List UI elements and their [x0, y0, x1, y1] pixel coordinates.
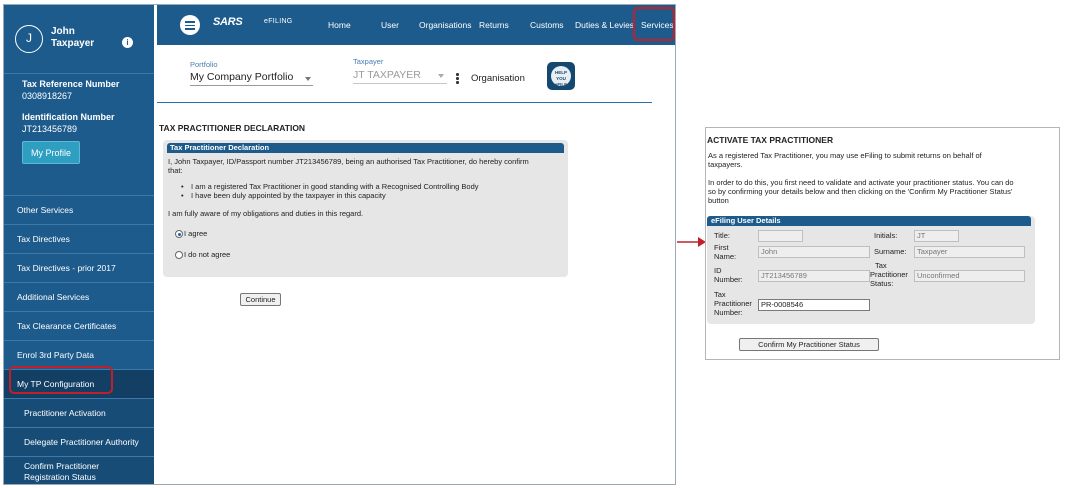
nav-organisations[interactable]: Organisations	[419, 20, 471, 30]
first-name-label: First	[714, 243, 729, 252]
tax-reference-label: Tax Reference Number	[22, 79, 120, 89]
sidebar-item-delegate-practitioner-authority[interactable]: Delegate Practitioner Authority	[4, 427, 154, 456]
title-field[interactable]	[758, 230, 803, 242]
my-profile-button[interactable]: My Profile	[22, 141, 80, 164]
sidebar-item-other-services[interactable]: Other Services	[4, 195, 154, 224]
user-panel-heading: eFiling User Details	[707, 216, 1031, 226]
declaration-bullet2: I have been duly appointed by the taxpay…	[191, 191, 386, 200]
nav-user[interactable]: User	[381, 20, 399, 30]
tp-status-label: Practitioner	[870, 270, 908, 279]
nav-returns[interactable]: Returns	[479, 20, 509, 30]
activation-title: ACTIVATE TAX PRACTITIONER	[707, 135, 834, 145]
nav-customs[interactable]: Customs	[530, 20, 564, 30]
declaration-panel-heading: Tax Practitioner Declaration	[167, 143, 564, 153]
activation-p1-line1: As a registered Tax Practitioner, you ma…	[708, 151, 982, 160]
portfolio-caption: Portfolio	[190, 60, 218, 69]
declaration-intro-line2: that:	[168, 166, 183, 175]
hamburger-menu-icon[interactable]	[180, 15, 200, 35]
tp-number-label: Number:	[714, 308, 743, 317]
more-options-icon[interactable]	[456, 73, 459, 85]
sidebar-item-label: Registration Status	[24, 472, 96, 482]
page-title: TAX PRACTITIONER DECLARATION	[159, 123, 306, 133]
confirm-practitioner-status-button[interactable]: Confirm My Practitioner Status	[739, 338, 879, 351]
main-content: TAX PRACTITIONER DECLARATION Tax Practit…	[154, 109, 675, 484]
sidebar-item-tax-directives-prior-2017[interactable]: Tax Directives - prior 2017	[4, 253, 154, 282]
disagree-label[interactable]: I do not agree	[184, 250, 230, 260]
efiling-logo: eFILING	[264, 18, 293, 25]
portfolio-bar: Portfolio My Company Portfolio Taxpayer …	[157, 45, 675, 103]
top-navigation: SARS eFILING Home User Organisations Ret…	[157, 5, 675, 45]
chevron-down-icon[interactable]	[305, 77, 311, 81]
sidebar-item-enrol-3rd-party-data[interactable]: Enrol 3rd Party Data	[4, 340, 154, 369]
declaration-panel: Tax Practitioner Declaration I, John Tax…	[163, 140, 568, 277]
avatar[interactable]: J	[15, 25, 43, 53]
taxpayer-underline	[353, 83, 447, 84]
initials-field[interactable]: JT	[914, 230, 959, 242]
nav-duties-levies[interactable]: Duties & Levies	[575, 20, 634, 30]
activation-p2-line2: so by confirming your details below and …	[708, 187, 1013, 196]
sidebar-item-additional-services[interactable]: Additional Services	[4, 282, 154, 311]
id-number-field[interactable]: JT213456789	[758, 270, 870, 282]
tax-reference-value: 0308918267	[22, 91, 73, 101]
identification-value: JT213456789	[22, 124, 78, 134]
nav-home[interactable]: Home	[328, 20, 351, 30]
portfolio-bar-underline	[157, 102, 652, 103]
info-icon[interactable]: i	[122, 37, 133, 48]
help-you-efile-icon[interactable]: HELP YOU eFILE	[547, 62, 575, 90]
sidebar-item-label: Confirm Practitioner	[24, 461, 100, 471]
tp-status-label: Tax	[875, 261, 887, 270]
id-number-label: Number:	[714, 275, 743, 284]
taxpayer-select[interactable]: JT TAXPAYER	[353, 69, 421, 81]
right-screenshot: ACTIVATE TAX PRACTITIONER As a registere…	[705, 127, 1060, 360]
sars-logo: SARS	[213, 16, 243, 28]
first-name-field[interactable]: John	[758, 246, 870, 258]
arrow-right-icon	[677, 237, 706, 247]
declaration-aware: I am fully aware of my obligations and d…	[168, 209, 364, 218]
activation-p1-line2: taxpayers.	[708, 160, 743, 169]
declaration-intro-line1: I, John Taxpayer, ID/Passport number JT2…	[168, 157, 529, 166]
tp-number-input[interactable]: PR-0008546	[758, 299, 870, 311]
portfolio-select[interactable]: My Company Portfolio	[190, 71, 293, 83]
taxpayer-caption: Taxpayer	[353, 57, 384, 66]
surname-field[interactable]: Taxpayer	[914, 246, 1025, 258]
help-badge-text: HELP YOU eFILE	[551, 66, 571, 87]
disagree-radio[interactable]	[175, 251, 183, 259]
title-label: Title:	[714, 231, 730, 240]
sidebar-item-tax-clearance-certificates[interactable]: Tax Clearance Certificates	[4, 311, 154, 340]
first-name-label: Name:	[714, 252, 737, 261]
activation-p2-line3: button	[708, 196, 729, 205]
sidebar: J John Taxpayer i Tax Reference Number 0…	[4, 5, 154, 484]
bullet-icon: •	[181, 191, 184, 200]
chevron-down-icon[interactable]	[438, 74, 444, 78]
tp-status-field[interactable]: Unconfirmed	[914, 270, 1025, 282]
user-block: J John Taxpayer i	[4, 5, 154, 73]
sidebar-divider	[4, 73, 154, 74]
tp-status-label: Status:	[870, 279, 894, 288]
sidebar-item-confirm-practitioner-registration-status[interactable]: Confirm Practitioner Registration Status	[4, 456, 154, 484]
tp-number-label: Practitioner	[714, 299, 752, 308]
initials-label: Initials:	[874, 231, 898, 240]
continue-button[interactable]: Continue	[240, 293, 281, 306]
identification-label: Identification Number	[22, 112, 115, 122]
portfolio-underline	[190, 85, 313, 86]
left-screenshot: J John Taxpayer i Tax Reference Number 0…	[3, 4, 676, 485]
agree-label[interactable]: I agree	[184, 229, 207, 239]
organisation-label[interactable]: Organisation	[471, 73, 525, 84]
user-last-name: Taxpayer	[51, 38, 95, 49]
highlight-box-my-tp-configuration	[9, 366, 113, 394]
agree-radio[interactable]	[175, 230, 183, 238]
sidebar-item-tax-directives[interactable]: Tax Directives	[4, 224, 154, 253]
efiling-user-details-panel: eFiling User Details Title: Initials: JT…	[707, 216, 1035, 324]
id-number-label: ID	[714, 266, 722, 275]
surname-label: Surname:	[874, 247, 907, 256]
sidebar-item-practitioner-activation[interactable]: Practitioner Activation	[4, 398, 154, 427]
tp-number-label: Tax	[714, 290, 726, 299]
highlight-box-services	[633, 7, 675, 41]
user-first-name: John	[51, 26, 75, 37]
